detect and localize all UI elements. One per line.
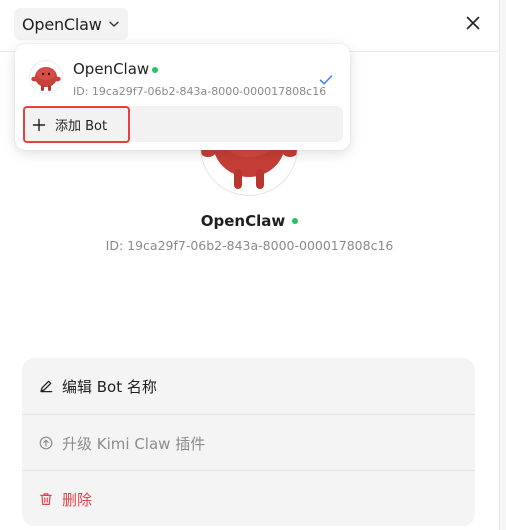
chevron-down-icon <box>108 18 120 30</box>
upgrade-plugin-button[interactable]: 升级 Kimi Claw 插件 <box>22 415 475 471</box>
bot-option-openclaw[interactable]: OpenClaw ID: 19ca29f7-06b2-843a-8000-000… <box>15 44 350 102</box>
crab-mascot-icon <box>31 67 61 91</box>
close-icon <box>466 16 480 30</box>
edit-bot-name-label: 编辑 Bot 名称 <box>62 377 157 396</box>
check-icon <box>319 71 333 85</box>
bot-selector-button[interactable]: OpenClaw <box>14 8 128 40</box>
trash-icon <box>39 492 53 506</box>
upgrade-plugin-label: 升级 Kimi Claw 插件 <box>62 434 206 453</box>
bot-settings-panel: OpenClaw OpenClaw ID: 19ca29f7-06b2-843a… <box>0 0 499 530</box>
bot-switcher-dropdown: OpenClaw ID: 19ca29f7-06b2-843a-8000-000… <box>15 44 350 150</box>
delete-bot-button[interactable]: 删除 <box>22 471 475 526</box>
delete-bot-label: 删除 <box>62 490 93 509</box>
bot-name: OpenClaw <box>200 212 286 230</box>
close-button[interactable] <box>463 13 483 33</box>
plus-icon <box>32 118 46 132</box>
bot-option-avatar <box>29 60 63 94</box>
bot-option-id: ID: 19ca29f7-06b2-843a-8000-000017808c16 <box>73 85 327 98</box>
add-bot-button[interactable]: 添加 Bot <box>23 106 130 143</box>
bot-selector-label: OpenClaw <box>22 14 102 34</box>
bot-option-name: OpenClaw <box>73 60 150 78</box>
bot-id: ID: 19ca29f7-06b2-843a-8000-000017808c16 <box>105 238 394 253</box>
add-bot-label: 添加 Bot <box>55 119 108 134</box>
online-status-dot <box>152 67 158 73</box>
online-status-dot <box>292 218 299 224</box>
scrollbar-track[interactable] <box>500 0 506 530</box>
bot-actions-card: 编辑 Bot 名称 升级 Kimi Claw 插件 删除 <box>22 358 475 526</box>
edit-bot-name-button[interactable]: 编辑 Bot 名称 <box>22 358 475 414</box>
pencil-icon <box>39 379 53 393</box>
profile-name-row: OpenClaw <box>0 212 499 230</box>
upgrade-circle-icon <box>39 436 53 450</box>
